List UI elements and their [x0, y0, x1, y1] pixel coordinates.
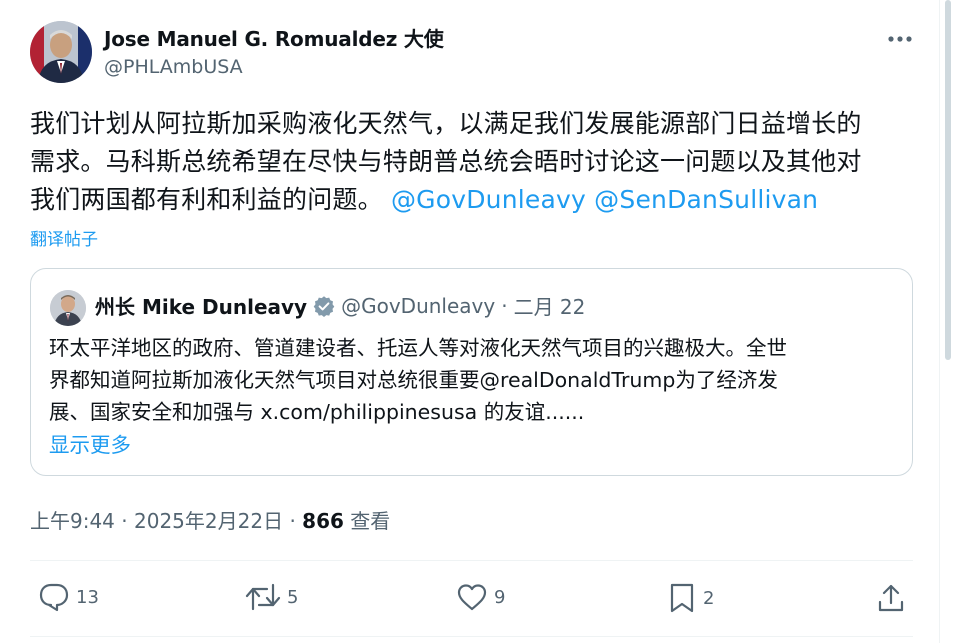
author-name[interactable]: Jose Manuel G. Romualdez 大使 [104, 23, 444, 52]
mention-sendansullivan[interactable]: @SenDanSullivan [594, 185, 818, 214]
verified-badge-icon [313, 295, 335, 317]
divider-bottom [30, 636, 913, 637]
quoted-tweet-card[interactable]: 州长 Mike Dunleavy @GovDunleavy · 二月 22 环太… [30, 268, 913, 476]
quote-text-line: 环太平洋地区的政府、管道建设者、托运人等对液化天然气项目的兴趣极大。全世 [49, 336, 787, 360]
tweet-time[interactable]: 上午9:44 [30, 509, 115, 533]
more-options-button[interactable] [880, 24, 920, 54]
repost-count: 5 [287, 586, 299, 608]
quote-separator: · [501, 293, 508, 318]
repost-icon [245, 583, 281, 611]
reply-icon [39, 583, 69, 612]
tweet-text: 我们计划从阿拉斯加采购液化天然气，以满足我们发展能源部门日益增长的 需求。马科斯… [30, 105, 920, 219]
tweet-text-line: 我们两国都有利和利益的问题。 @GovDunleavy @SenDanSulli… [30, 181, 920, 219]
action-bar: 13 5 9 2 [30, 560, 913, 638]
share-button[interactable] [876, 582, 906, 614]
like-count: 9 [494, 586, 506, 608]
more-horizontal-icon [888, 36, 912, 42]
author-handle[interactable]: @PHLAmbUSA [104, 56, 243, 78]
scrollbar[interactable] [939, 0, 956, 643]
translate-post-link[interactable]: 翻译帖子 [30, 225, 98, 250]
views-label: 查看 [350, 509, 391, 533]
quote-date[interactable]: 二月 22 [514, 291, 586, 320]
tweet-meta: 上午9:44 · 2025年2月22日 · 866 查看 [30, 505, 390, 534]
tweet-text-line-end: 我们两国都有利和利益的问题。 [30, 185, 383, 214]
bookmark-button[interactable]: 2 [667, 582, 714, 614]
bookmark-count: 2 [703, 587, 715, 609]
like-button[interactable]: 9 [456, 582, 505, 612]
quote-author-avatar[interactable] [50, 290, 86, 326]
author-avatar-image [30, 21, 92, 83]
author-avatar[interactable] [30, 21, 92, 83]
tweet-text-line: 我们计划从阿拉斯加采购液化天然气，以满足我们发展能源部门日益增长的 [30, 109, 862, 138]
quote-author-handle[interactable]: @GovDunleavy [341, 294, 495, 318]
meta-dot: · [121, 509, 128, 533]
quote-avatar-image [50, 290, 86, 326]
meta-dot: · [289, 509, 296, 533]
quote-text: 环太平洋地区的政府、管道建设者、托运人等对液化天然气项目的兴趣极大。全世 界都知… [49, 332, 899, 428]
quote-text-line: 界都知道阿拉斯加液化天然气项目对总统很重要@realDonaldTrump为了经… [49, 368, 778, 392]
repost-button[interactable]: 5 [245, 582, 298, 612]
scrollbar-thumb[interactable] [945, 0, 951, 360]
tweet-date[interactable]: 2025年2月22日 [134, 509, 283, 533]
view-count: 866 [302, 509, 344, 533]
quote-text-line: 展、国家安全和加强与 x.com/philippinesusa 的友谊.....… [49, 400, 585, 424]
reply-button[interactable]: 13 [38, 582, 99, 612]
quote-header: 州长 Mike Dunleavy @GovDunleavy · 二月 22 [95, 291, 585, 320]
show-more-link[interactable]: 显示更多 [49, 428, 131, 458]
mention-govdunleavy[interactable]: @GovDunleavy [391, 185, 586, 214]
share-icon [878, 584, 904, 612]
quote-author-name[interactable]: 州长 Mike Dunleavy [95, 291, 307, 320]
bookmark-icon [670, 583, 694, 613]
reply-count: 13 [76, 586, 99, 608]
heart-icon [457, 584, 487, 611]
tweet-text-line: 需求。马科斯总统希望在尽快与特朗普总统会晤时讨论这一问题以及其他对 [30, 147, 862, 176]
